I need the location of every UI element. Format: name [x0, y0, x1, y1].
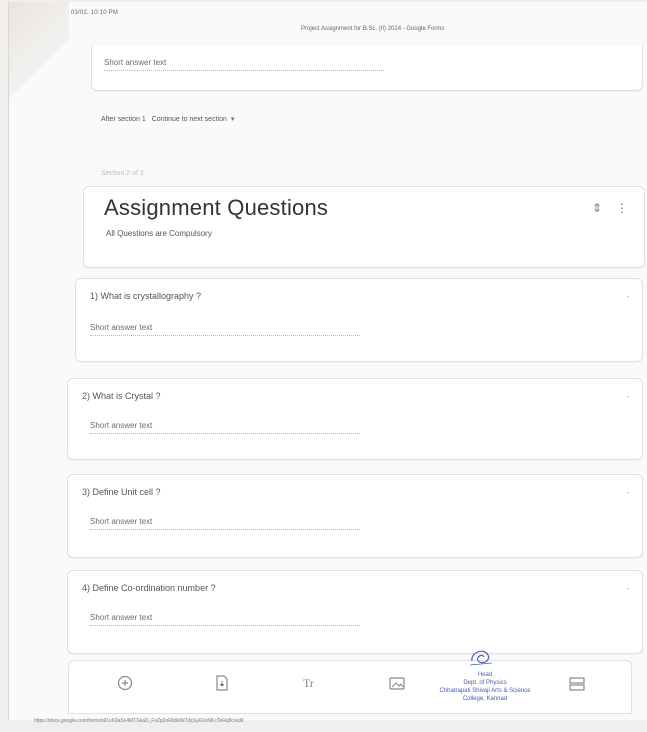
question-card[interactable]: 3) Define Unit cell ? · Short answer tex…	[67, 474, 643, 558]
head-department-stamp: Head Dept. of Physics Chhatrapati Shivaj…	[400, 643, 570, 713]
stamp-line-1: Head	[477, 672, 493, 678]
chevron-down-icon: ▾	[230, 116, 235, 123]
collapse-section-icon[interactable]: ⇕	[592, 201, 602, 215]
stamp-line-2: Dept. of Physics	[463, 680, 507, 686]
add-section-icon[interactable]	[569, 677, 585, 694]
short-answer-field: Short answer text	[90, 421, 360, 434]
section-header-card[interactable]: Assignment Questions All Questions are C…	[83, 186, 645, 268]
short-answer-field: Short answer text	[90, 517, 360, 530]
section-counter: Section 2 of 2	[101, 170, 144, 177]
short-answer-field: Short answer text	[90, 323, 360, 336]
drag-handle-icon[interactable]: ·	[627, 487, 630, 498]
drag-handle-icon[interactable]: ·	[627, 391, 630, 402]
add-question-icon[interactable]	[117, 675, 133, 694]
after-section-dropdown[interactable]: Continue to next section ▾	[151, 115, 235, 124]
signature-mark	[469, 650, 493, 666]
drag-handle-icon[interactable]: ·	[627, 291, 630, 302]
after-section-row: After section 1 Continue to next section…	[101, 115, 235, 124]
stamp-line-3: Chhatrapati Shivaji Arts & Science	[439, 688, 531, 694]
after-section-label: After section 1	[101, 115, 146, 123]
question-card[interactable]: 2) What is Crystal ? · Short answer text	[67, 378, 643, 460]
section-title[interactable]: Assignment Questions	[104, 195, 328, 221]
stamp-line-4: College, Kannad	[462, 696, 508, 702]
short-answer-field: Short answer text	[90, 613, 360, 626]
import-questions-icon[interactable]	[215, 675, 229, 694]
add-title-icon[interactable]: Tr	[303, 676, 314, 691]
section-description[interactable]: All Questions are Compulsory	[106, 229, 212, 238]
previous-question-card[interactable]: Short answer text	[91, 46, 643, 91]
question-text[interactable]: 2) What is Crystal ?	[82, 391, 161, 401]
question-card[interactable]: 4) Define Co-ordination number ? · Short…	[67, 570, 643, 654]
print-document-title: Project Assignment for B.Sc. (II) 2024 -…	[301, 26, 445, 32]
printed-page: 03/02, 10:10 PM Project Assignment for B…	[8, 2, 647, 720]
previous-short-answer-field: Short answer text	[104, 58, 384, 71]
after-section-value: Continue to next section	[151, 115, 227, 123]
page-fold	[9, 2, 69, 102]
more-vert-icon[interactable]: ⋮	[616, 201, 628, 215]
print-footer-url: https://docs.google.com/forms/d/1xK9aSx4…	[34, 718, 244, 724]
drag-handle-icon[interactable]: ·	[627, 583, 630, 594]
question-card[interactable]: 1) What is crystallography ? · Short ans…	[75, 278, 643, 362]
question-text[interactable]: 1) What is crystallography ?	[90, 291, 201, 301]
question-text[interactable]: 4) Define Co-ordination number ?	[82, 583, 216, 593]
print-datetime: 03/02, 10:10 PM	[71, 10, 119, 16]
question-text[interactable]: 3) Define Unit cell ?	[82, 487, 161, 497]
